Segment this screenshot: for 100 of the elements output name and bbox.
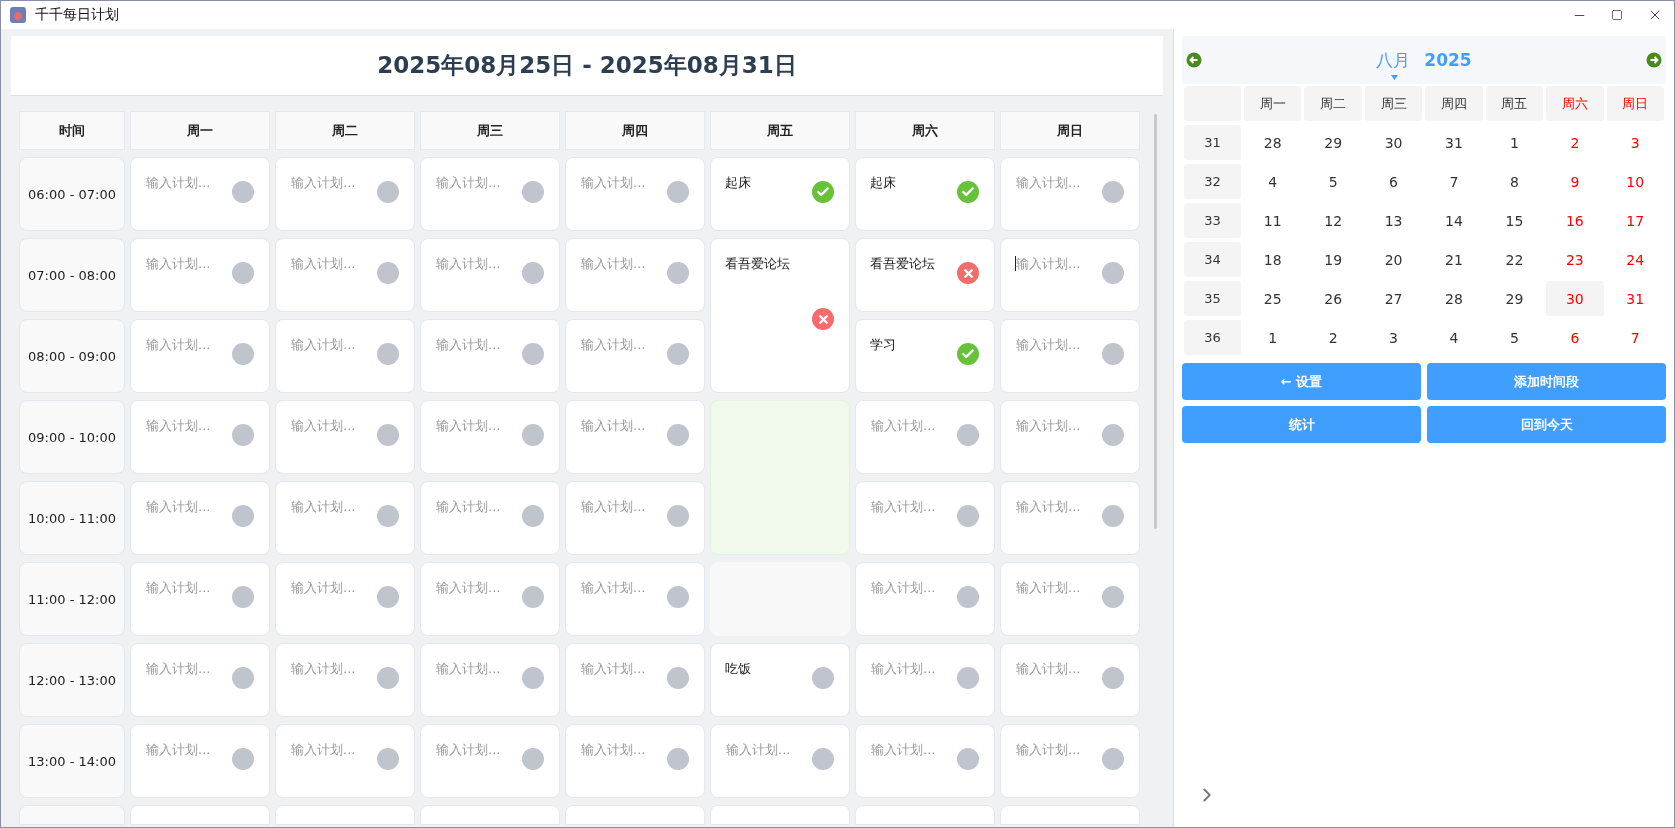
calendar-day[interactable]: 22	[1485, 242, 1544, 277]
calendar-day[interactable]: 4	[1244, 164, 1302, 199]
plan-input[interactable]: 输入计划...	[435, 418, 525, 433]
plan-input[interactable]: 输入计划...	[145, 742, 235, 757]
calendar-day[interactable]: 4	[1425, 320, 1483, 355]
check-icon[interactable]	[812, 181, 834, 203]
cross-icon[interactable]	[957, 262, 979, 284]
calendar-day[interactable]: 16	[1546, 203, 1604, 238]
calendar-day[interactable]: 18	[1244, 242, 1302, 277]
status-circle-icon[interactable]	[957, 505, 979, 527]
plan-input[interactable]: 输入计划...	[870, 661, 960, 676]
status-circle-icon[interactable]	[232, 181, 254, 203]
calendar-day[interactable]: 15	[1485, 203, 1544, 238]
plan-input[interactable]: 输入计划...	[435, 175, 525, 190]
calendar-day[interactable]: 13	[1364, 203, 1423, 238]
plan-input[interactable]: 输入计划...	[580, 742, 670, 757]
check-icon[interactable]	[957, 343, 979, 365]
status-circle-icon[interactable]	[957, 586, 979, 608]
status-circle-icon[interactable]	[522, 586, 544, 608]
plan-input[interactable]: 输入计划...	[290, 256, 380, 271]
calendar-day[interactable]: 11	[1244, 203, 1302, 238]
status-circle-icon[interactable]	[377, 586, 399, 608]
status-circle-icon[interactable]	[522, 748, 544, 770]
plan-input[interactable]: 输入计划...	[145, 337, 235, 352]
calendar-day[interactable]: 12	[1304, 203, 1362, 238]
status-circle-icon[interactable]	[377, 505, 399, 527]
calendar-day[interactable]: 29	[1304, 125, 1362, 160]
scrollbar[interactable]	[1154, 114, 1157, 529]
status-circle-icon[interactable]	[377, 181, 399, 203]
plan-text[interactable]: 起床	[725, 175, 751, 190]
plan-input[interactable]: 输入计划...	[145, 418, 235, 433]
plan-input[interactable]: 输入计划...	[1015, 175, 1105, 190]
maximize-icon[interactable]	[1611, 9, 1623, 21]
plan-input[interactable]: 输入计划...	[580, 580, 670, 595]
caret-icon[interactable]	[1391, 75, 1399, 80]
plan-input[interactable]: 输入计划...	[1015, 337, 1105, 352]
status-circle-icon[interactable]	[667, 667, 689, 689]
status-circle-icon[interactable]	[1102, 262, 1124, 284]
status-circle-icon[interactable]	[667, 505, 689, 527]
plan-input[interactable]: 输入计划...	[145, 175, 235, 190]
plan-input[interactable]: 输入计划...	[1015, 580, 1105, 595]
status-circle-icon[interactable]	[667, 262, 689, 284]
status-circle-icon[interactable]	[812, 748, 834, 770]
calendar-day[interactable]: 3	[1364, 320, 1423, 355]
calendar-day[interactable]: 28	[1244, 125, 1302, 160]
calendar-day[interactable]: 25	[1244, 281, 1302, 316]
status-circle-icon[interactable]	[377, 424, 399, 446]
plan-input[interactable]: 输入计划...	[1015, 742, 1105, 757]
status-circle-icon[interactable]	[232, 505, 254, 527]
plan-input[interactable]: 输入计划...	[290, 580, 380, 595]
plan-input[interactable]: 输入计划...	[870, 580, 960, 595]
plan-text[interactable]: 吃饭	[725, 661, 751, 676]
calendar-day[interactable]: 20	[1364, 242, 1423, 277]
status-circle-icon[interactable]	[667, 748, 689, 770]
plan-text[interactable]: 起床	[870, 175, 896, 190]
status-circle-icon[interactable]	[232, 748, 254, 770]
check-icon[interactable]	[957, 181, 979, 203]
calendar-day[interactable]: 6	[1546, 320, 1604, 355]
calendar-day[interactable]: 9	[1546, 164, 1604, 199]
plan-input[interactable]: 输入计划...	[1015, 661, 1105, 676]
plan-input[interactable]: 输入计划...	[580, 499, 670, 514]
plan-input[interactable]: 输入计划...	[435, 661, 525, 676]
calendar-day[interactable]: 23	[1546, 242, 1604, 277]
status-circle-icon[interactable]	[957, 748, 979, 770]
calendar-day[interactable]: 6	[1364, 164, 1423, 199]
status-circle-icon[interactable]	[1102, 181, 1124, 203]
status-circle-icon[interactable]	[522, 262, 544, 284]
calendar-day[interactable]: 7	[1425, 164, 1483, 199]
calendar-day[interactable]: 29	[1485, 281, 1544, 316]
calendar-day[interactable]: 26	[1304, 281, 1362, 316]
plan-input[interactable]: 输入计划...	[580, 256, 670, 271]
status-circle-icon[interactable]	[377, 262, 399, 284]
plan-input[interactable]: 输入计划...	[290, 742, 380, 757]
status-circle-icon[interactable]	[377, 667, 399, 689]
status-circle-icon[interactable]	[667, 586, 689, 608]
status-circle-icon[interactable]	[1102, 667, 1124, 689]
status-circle-icon[interactable]	[377, 343, 399, 365]
plan-input[interactable]: 输入计划...	[870, 499, 960, 514]
calendar-day[interactable]: 31	[1425, 125, 1483, 160]
calendar-day[interactable]: 2	[1304, 320, 1362, 355]
status-circle-icon[interactable]	[1102, 424, 1124, 446]
calendar-day[interactable]: 5	[1485, 320, 1544, 355]
calendar-day[interactable]: 19	[1304, 242, 1362, 277]
calendar-day[interactable]: 1	[1485, 125, 1544, 160]
plan-input[interactable]: 输入计划...	[1015, 499, 1105, 514]
plan-input[interactable]: 输入计划...	[290, 418, 380, 433]
calendar-day[interactable]: 8	[1485, 164, 1544, 199]
plan-input[interactable]: 输入计划...	[145, 580, 235, 595]
plan-input[interactable]: 输入计划...	[290, 499, 380, 514]
calendar-day[interactable]: 1	[1244, 320, 1302, 355]
plan-input[interactable]: 输入计划...	[580, 175, 670, 190]
status-circle-icon[interactable]	[522, 181, 544, 203]
calendar-day[interactable]: 14	[1425, 203, 1483, 238]
plan-input[interactable]: 输入计划...	[290, 661, 380, 676]
status-circle-icon[interactable]	[232, 343, 254, 365]
calendar-day[interactable]: 30	[1546, 281, 1604, 316]
status-circle-icon[interactable]	[377, 748, 399, 770]
plan-input[interactable]: 输入计划...	[145, 499, 235, 514]
plan-input[interactable]: 输入计划...	[580, 661, 670, 676]
status-circle-icon[interactable]	[1102, 505, 1124, 527]
